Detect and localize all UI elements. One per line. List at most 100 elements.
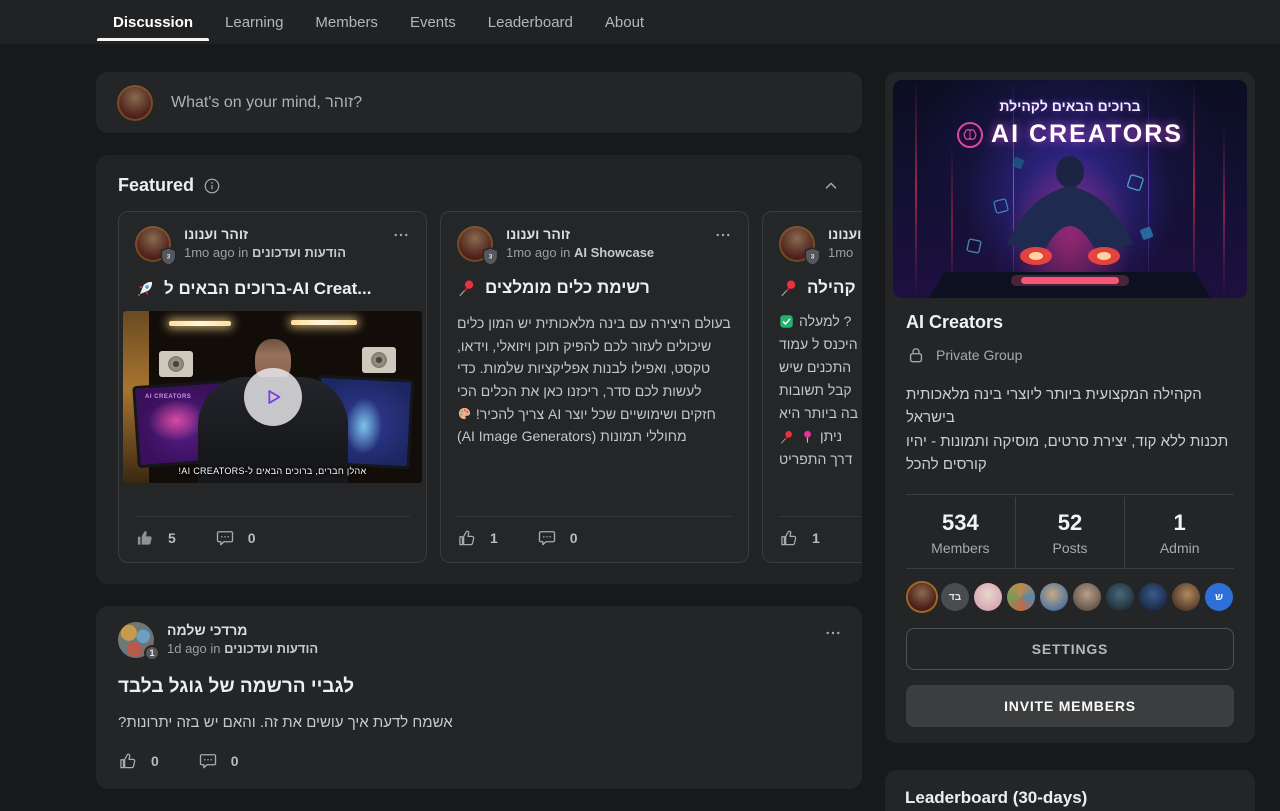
like-button[interactable] [135,528,155,548]
check-icon [779,314,794,329]
tab-events[interactable]: Events [394,0,472,44]
brain-logo-icon [957,122,983,148]
like-count: 0 [151,753,159,769]
info-icon[interactable] [203,177,221,195]
stat-posts: 52 Posts [1015,497,1125,568]
tab-discussion[interactable]: Discussion [97,0,209,44]
post-title: רשימת כלים מומלצים [457,278,732,298]
play-button[interactable] [244,368,302,426]
divider [906,568,1234,569]
post-meta: 1mo [828,245,862,260]
group-stats: 534 Members 52 Posts 1 Admin [906,497,1234,568]
group-cover-image: ברוכים הבאים לקהילת AI CREATORS [893,80,1247,298]
more-options-icon[interactable] [392,226,410,244]
level-badge: 3 [482,247,499,266]
group-card: ברוכים הבאים לקהילת AI CREATORS AI Creat… [885,72,1255,743]
feed-post[interactable]: 1 מרדכי שלמה 1d ago in הודעות ועדכונים ל… [96,606,862,789]
member-avatar[interactable] [1139,583,1167,611]
member-avatar[interactable] [908,583,936,611]
divider [906,494,1234,495]
rocket-icon [135,278,156,299]
composer-placeholder: What's on your mind, זוהר? [171,94,362,112]
member-avatar[interactable] [1172,583,1200,611]
post-meta: 1mo ago in הודעות ועדכונים [184,245,379,260]
level-badge: 3 [804,247,821,266]
more-options-icon[interactable] [714,226,732,244]
member-avatar[interactable] [1106,583,1134,611]
author-name[interactable]: זוהר וענונו [184,226,379,242]
feed-column: What's on your mind, זוהר? Featured 3 [96,72,862,789]
tab-learning[interactable]: Learning [209,0,299,44]
current-user-avatar [117,85,153,121]
member-avatar[interactable] [1040,583,1068,611]
tab-leaderboard[interactable]: Leaderboard [472,0,589,44]
pushpin-icon [457,278,477,298]
featured-heading: Featured [118,175,194,196]
author-avatar[interactable]: 1 [118,622,154,658]
category-link[interactable]: AI Showcase [574,245,654,260]
lock-icon [906,345,926,365]
author-avatar[interactable]: 3 [135,226,171,262]
post-title: ברוכים הבאים ל-AI Creat... [135,278,410,299]
more-options-icon[interactable] [824,624,842,642]
privacy-label: Private Group [936,347,1022,363]
like-count: 1 [490,530,498,546]
member-avatar-initials[interactable]: בד [941,583,969,611]
svg-text:3: 3 [167,254,171,261]
post-meta: 1mo ago in AI Showcase [506,245,701,260]
featured-card-welcome[interactable]: 3 זוהר וענונו 1mo ago in הודעות ועדכונים [118,211,427,563]
member-avatar-initials[interactable]: ש [1205,583,1233,611]
like-button[interactable] [779,528,799,548]
comment-count: 0 [570,530,578,546]
cover-title-text: AI CREATORS [991,120,1183,149]
comment-button[interactable] [215,528,235,548]
author-avatar[interactable]: 3 [779,226,815,262]
settings-button[interactable]: SETTINGS [906,628,1234,670]
author-name[interactable]: זוהר וענונו [828,226,862,242]
top-navbar: Discussion Learning Members Events Leade… [0,0,1280,44]
category-link[interactable]: הודעות ועדכונים [224,641,318,656]
nav-tabs: Discussion Learning Members Events Leade… [0,0,1280,44]
group-description: הקהילה המקצועית ביותר ליוצרי בינה מלאכות… [906,383,1234,476]
author-name[interactable]: זוהר וענונו [506,226,701,242]
leaderboard-heading: Leaderboard (30-days) [905,788,1235,808]
comment-count: 0 [231,753,239,769]
svg-text:3: 3 [811,254,815,261]
tab-about[interactable]: About [589,0,660,44]
pushpin-icon [779,278,799,298]
level-badge: 3 [160,247,177,266]
round-pin-icon [800,429,815,444]
author-name[interactable]: מרדכי שלמה [167,622,840,638]
member-avatar[interactable] [1073,583,1101,611]
stat-admin: 1 Admin [1124,497,1234,568]
author-avatar[interactable]: 3 [457,226,493,262]
post-body: אשמח לדעת איך עושים את זה. והאם יש בזה י… [118,714,840,731]
featured-card-community[interactable]: 3 זוהר וענונו 1mo קהילה [762,211,862,563]
video-caption: אהלן חברים, ברוכים הבאים ל-AI CREATORS! [123,466,422,476]
video-thumbnail[interactable]: AI CREATORS אהלן חברים, ברוכים הבאים ל-A… [123,311,422,483]
collapse-chevron-icon[interactable] [822,177,840,195]
monitor-text: AI CREATORS [145,394,191,400]
comment-button[interactable] [198,751,218,771]
member-avatar[interactable] [974,583,1002,611]
post-composer[interactable]: What's on your mind, זוהר? [96,72,862,133]
like-count: 1 [812,530,820,546]
post-title: קהילה [779,278,862,298]
post-meta: 1d ago in הודעות ועדכונים [167,641,840,656]
post-body: למעלה ? היכנס ל עמוד התכנים שיש קבל תשוב… [779,310,862,471]
group-name: AI Creators [906,312,1234,333]
invite-members-button[interactable]: INVITE MEMBERS [906,685,1234,727]
category-link[interactable]: הודעות ועדכונים [252,245,346,260]
tab-members[interactable]: Members [299,0,394,44]
palette-icon [457,406,472,421]
post-title: לגביי הרשמה של גוגל בלבד [118,676,840,698]
level-badge: 1 [144,645,160,661]
member-avatar[interactable] [1007,583,1035,611]
featured-card-tools[interactable]: 3 זוהר וענונו 1mo ago in AI Showcase [440,211,749,563]
comment-button[interactable] [537,528,557,548]
pushpin-icon [779,429,795,445]
like-button[interactable] [118,751,138,771]
svg-text:3: 3 [489,254,493,261]
like-button[interactable] [457,528,477,548]
cover-welcome-text: ברוכים הבאים לקהילת [893,98,1247,114]
